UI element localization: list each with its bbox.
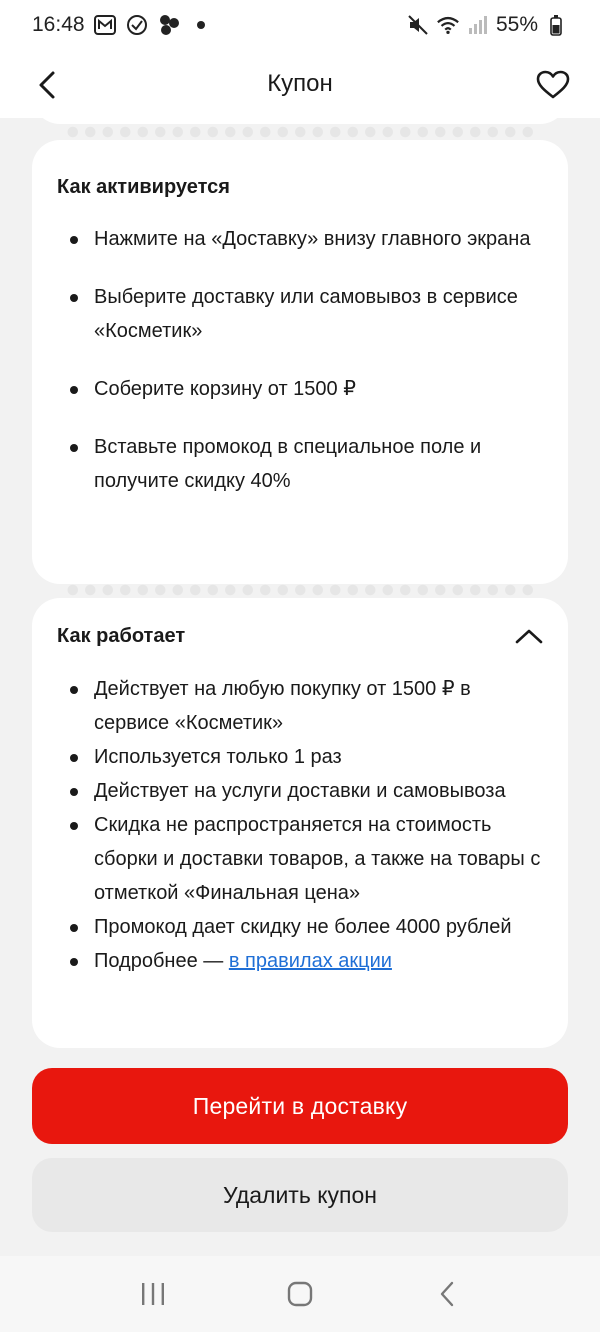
list-item: Соберите корзину от 1500 ₽ [57,372,543,406]
chevron-left-icon [39,71,55,99]
list-item: Скидка не распространяется на стоимость … [57,808,543,910]
promo-rules-link[interactable]: в правилах акции [229,950,392,972]
chevron-up-icon [515,629,543,644]
list-item: Промокод дает скидку не более 4000 рубле… [57,910,543,944]
favorite-button[interactable] [532,64,574,106]
system-back-button[interactable] [417,1264,477,1324]
rules-list: Действует на любую покупку от 1500 ₽ в с… [57,672,543,978]
system-nav-bar [0,1256,600,1332]
dot-icon [189,13,213,37]
status-time: 16:48 [32,13,85,36]
page-title: Купон [267,70,333,97]
status-bar: 16:48 55% [0,0,600,50]
rules-card: Как работает Действует на любую покупку … [32,598,568,1048]
recent-apps-button[interactable] [123,1264,183,1324]
battery-level: 55% [495,13,538,36]
list-item: Действует на услуги доставки и самовывоз… [57,774,543,808]
wifi-icon [436,13,460,37]
activation-steps: Нажмите на «Доставку» внизу главного экр… [57,222,543,498]
list-item: Вставьте промокод в специальное поле и п… [57,430,543,498]
rules-title: Как работает [57,625,186,647]
activation-title: Как активируется [57,176,230,198]
back-button[interactable] [26,64,68,106]
more-prefix: Подробнее — [94,950,229,972]
perforation-divider [64,126,536,138]
list-item: Подробнее — в правилах акции [57,944,543,978]
list-item: Нажмите на «Доставку» внизу главного экр… [57,222,543,256]
perforation-divider [64,584,536,596]
delete-coupon-button[interactable]: Удалить купон [32,1158,568,1232]
m-app-icon [93,13,117,37]
check-circle-icon [125,13,149,37]
app-header: Купон [0,50,600,118]
content-scroll[interactable]: Как активируется Нажмите на «Доставку» в… [0,118,600,1060]
mute-icon [406,13,430,37]
back-icon [440,1281,453,1307]
list-item: Выберите доставку или самовывоз в сервис… [57,280,543,348]
go-to-delivery-button[interactable]: Перейти в доставку [32,1068,568,1144]
screen: 16:48 55% Купон Как активируется Нажмите… [0,0,600,1332]
battery-icon [544,13,568,37]
recent-apps-icon [142,1283,165,1305]
dots-cluster-icon [157,13,181,37]
home-icon [287,1281,313,1307]
status-left: 16:48 [32,13,213,37]
signal-icon [466,13,490,37]
rules-header[interactable]: Как работает [57,620,543,652]
coupon-card-top [32,118,568,124]
list-item: Действует на любую покупку от 1500 ₽ в с… [57,672,543,740]
collapse-button[interactable] [509,620,549,652]
heart-icon [536,70,570,99]
activation-card: Как активируется Нажмите на «Доставку» в… [32,140,568,584]
status-right: 55% [406,13,568,37]
list-item: Используется только 1 раз [57,740,543,774]
home-button[interactable] [270,1264,330,1324]
